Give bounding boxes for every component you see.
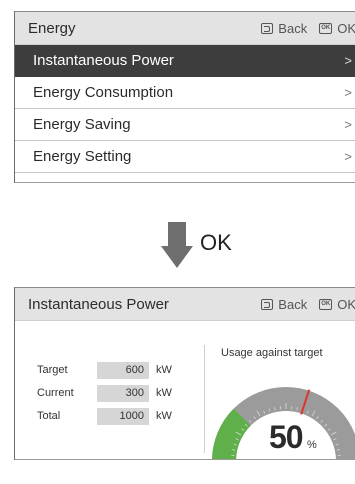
menu-item-label: Energy Consumption [33,84,174,101]
usage-percent-value: 50 [269,419,304,455]
chevron-right-icon: > [344,85,352,100]
stat-value: 1000 [97,407,149,425]
back-icon [261,298,274,310]
menu-item-label: Instantaneous Power [33,52,174,69]
stat-label: Total [37,410,61,422]
stat-unit: kW [156,387,172,399]
ok-button[interactable]: OK OK [319,21,355,36]
menu-item-energy-setting[interactable]: Energy Setting > [15,141,355,173]
back-button[interactable]: Back [261,297,307,312]
stat-row-current: Current 300 kW [37,384,172,402]
divider [204,345,205,453]
back-label: Back [278,296,308,312]
chevron-right-icon: > [344,117,352,132]
menu-item-instantaneous-power[interactable]: Instantaneous Power > [15,45,355,77]
page-title: Energy [28,19,76,37]
stat-row-target: Target 600 kW [37,361,172,379]
stat-label: Target [37,364,68,376]
back-button[interactable]: Back [261,21,307,36]
back-label: Back [278,20,308,36]
chevron-right-icon: > [344,53,352,68]
ok-key-icon: OK [319,22,333,34]
header-actions: Back OK OK [261,12,355,44]
page-title: Instantaneous Power [28,295,169,313]
back-icon [261,22,274,34]
instantaneous-power-header: Instantaneous Power Back OK OK [15,288,355,321]
power-body: Target 600 kW Current 300 kW Total 1000 … [15,321,355,459]
usage-percent-sign: % [307,439,317,451]
stat-value: 300 [97,384,149,402]
stat-unit: kW [156,364,172,376]
ok-label: OK [337,20,355,36]
ok-key-icon: OK [319,298,333,310]
transition-ok-label: OK [200,230,232,255]
down-arrow-icon [161,222,193,272]
energy-menu-screen: Energy Back OK OK Instantaneous Power > … [14,11,355,183]
menu-item-label: Energy Saving [33,116,131,133]
stat-value: 600 [97,361,149,379]
menu-item-energy-consumption[interactable]: Energy Consumption > [15,77,355,109]
stat-label: Current [37,387,74,399]
gauge-fill [212,408,252,459]
chevron-right-icon: > [344,149,352,164]
stat-unit: kW [156,410,172,422]
ok-button[interactable]: OK OK [319,297,355,312]
ok-label: OK [337,296,355,312]
stat-row-total: Total 1000 kW [37,407,172,425]
menu-item-energy-saving[interactable]: Energy Saving > [15,109,355,141]
instantaneous-power-screen: Instantaneous Power Back OK OK Target 60… [14,287,355,460]
menu-item-label: Energy Setting [33,148,132,165]
header-actions: Back OK OK [261,288,355,320]
energy-menu-header: Energy Back OK OK [15,12,355,45]
